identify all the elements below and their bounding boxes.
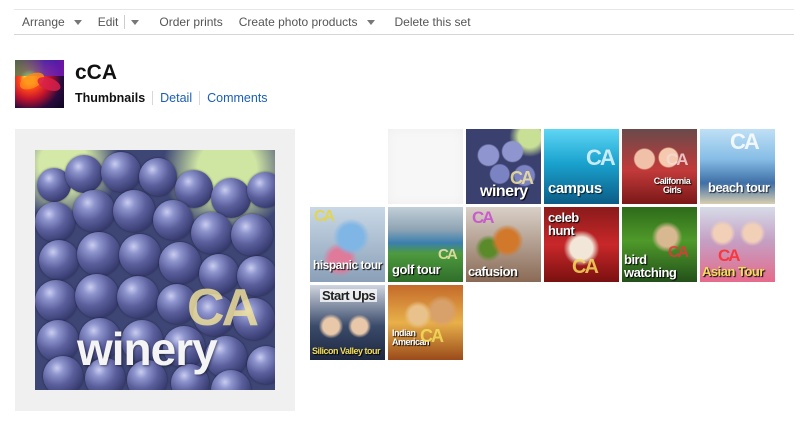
- thumbnail-ca-badge: CA: [472, 208, 495, 227]
- thumbnail-bird-watching[interactable]: CA bird watching: [622, 207, 697, 282]
- thumbnail-ca-badge: CA: [314, 208, 335, 225]
- order-prints-label: Order prints: [159, 15, 223, 29]
- edit-button[interactable]: Edit: [90, 10, 127, 34]
- create-photo-products-label: Create photo products: [238, 15, 358, 29]
- thumbnail-caption: cafusion: [468, 264, 518, 279]
- preview-panel: CA winery: [15, 129, 295, 411]
- edit-dropdown-toggle[interactable]: [127, 10, 143, 34]
- thumbnail-hispanic-tour[interactable]: CA hispanic tour: [310, 207, 385, 282]
- thumbnail-ca-badge: CA: [718, 246, 741, 265]
- thumbnail-blank-2[interactable]: [388, 129, 463, 204]
- arrange-menu[interactable]: Arrange: [14, 10, 90, 34]
- toolbar: Arrange Edit Order prints Create photo p…: [14, 9, 794, 35]
- set-avatar[interactable]: [15, 60, 64, 108]
- thumbnail-asian-tour[interactable]: CA Asian Tour: [700, 207, 775, 282]
- set-meta: cCA Thumbnails Detail Comments: [75, 60, 268, 110]
- view-tabs: Thumbnails Detail Comments: [75, 91, 268, 105]
- tab-thumbnails[interactable]: Thumbnails: [75, 91, 145, 105]
- delete-set-button[interactable]: Delete this set: [387, 10, 479, 34]
- thumbnail-beach-tour[interactable]: CA beach tour: [700, 129, 775, 204]
- order-prints-button[interactable]: Order prints: [151, 10, 230, 34]
- thumbnail-caption: Asian Tour: [702, 264, 764, 279]
- thumbnail-caption: campus: [548, 180, 602, 197]
- thumbnail-ca-badge: CA: [730, 129, 760, 154]
- tab-comments[interactable]: Comments: [207, 91, 267, 105]
- thumbnail-caption: golf tour: [392, 262, 441, 277]
- thumbnail-celeb-hunt[interactable]: celeb hunt CA: [544, 207, 619, 282]
- edit-label: Edit: [97, 15, 119, 29]
- thumbnail-golf-tour[interactable]: CA golf tour: [388, 207, 463, 282]
- chevron-down-icon: [73, 19, 82, 25]
- chevron-down-icon: [366, 19, 375, 25]
- set-header: cCA Thumbnails Detail Comments: [15, 60, 268, 110]
- thumbnail-ca-badge: CA: [572, 256, 599, 278]
- thumbnail-caption: winery: [480, 183, 528, 200]
- thumbnail-blank-1[interactable]: [310, 129, 385, 204]
- thumbnail-ca-badge: CA: [438, 246, 458, 263]
- thumbnail-subcaption: Silicon Valley tour: [312, 346, 381, 356]
- thumbnail-caption: beach tour: [708, 180, 770, 195]
- thumbnail-california-girls[interactable]: CA California Girls: [622, 129, 697, 204]
- edit-divider: [124, 15, 126, 29]
- edit-split-button: Edit: [90, 10, 144, 34]
- thumbnail-caption: bird watching: [624, 252, 677, 280]
- thumbnail-ca-badge: CA: [586, 145, 616, 170]
- thumbnail-caption: celeb hunt: [548, 210, 579, 238]
- thumbnail-start-ups[interactable]: Start Ups Silicon Valley tour: [310, 285, 385, 360]
- thumbnail-caption: California Girls: [653, 176, 691, 195]
- delete-set-label: Delete this set: [394, 15, 471, 29]
- arrange-label: Arrange: [22, 15, 65, 29]
- thumbnail-grid: CA winery CA campus CA California Girls …: [310, 129, 778, 361]
- thumbnail-caption: hispanic tour: [313, 258, 382, 272]
- thumbnail-ca-badge: CA: [666, 150, 689, 169]
- thumbnail-ca-badge: CA: [420, 326, 444, 346]
- set-title: cCA: [75, 61, 118, 84]
- thumbnail-campus[interactable]: CA campus: [544, 129, 619, 204]
- tab-divider: [152, 91, 154, 105]
- preview-image[interactable]: CA winery: [35, 150, 275, 390]
- thumbnail-caption: Start Ups: [320, 288, 378, 303]
- preview-caption: winery: [77, 323, 218, 375]
- chevron-down-icon: [131, 19, 140, 25]
- tab-detail[interactable]: Detail: [160, 91, 192, 105]
- thumbnail-cafusion[interactable]: CA cafusion: [466, 207, 541, 282]
- thumbnail-winery[interactable]: CA winery: [466, 129, 541, 204]
- create-photo-products-menu[interactable]: Create photo products: [231, 10, 383, 34]
- tab-divider: [199, 91, 201, 105]
- thumbnail-indian-american[interactable]: Indian American CA: [388, 285, 463, 360]
